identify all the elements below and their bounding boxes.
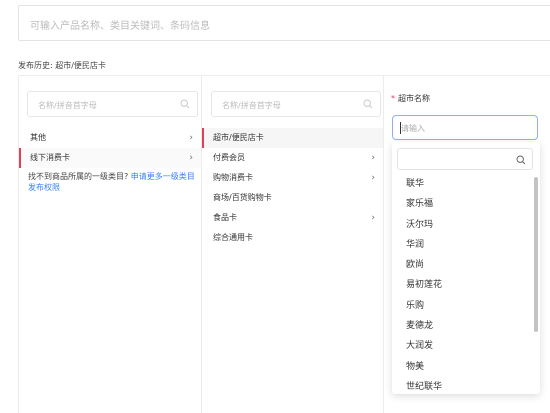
level2-category-item-label: 超市/便民店卡: [213, 133, 264, 142]
supermarket-dropdown: 联华 家乐福 沃尔玛 华润 欧尚 易初莲花 乐购 麦德龙 大润发 物美 世纪联华: [392, 142, 540, 394]
level2-category-item[interactable]: 食品卡 ›: [202, 208, 383, 228]
chevron-right-icon: ›: [371, 153, 375, 163]
dropdown-option[interactable]: 华润: [392, 235, 540, 255]
dropdown-option[interactable]: 物美: [392, 357, 540, 377]
chevron-right-icon: ›: [371, 213, 375, 223]
level1-category-item[interactable]: 其他 ›: [19, 128, 201, 148]
publish-history[interactable]: 发布历史: 超市/便民店卡: [18, 60, 106, 71]
category-selector: 名称/拼音首字母 其他 › 线下消费卡 › 找不到商品所属的一级类目? 申请更多一级类…: [18, 75, 550, 413]
level2-category-item-label: 付费会员: [213, 153, 245, 162]
dropdown-option[interactable]: 家乐福: [392, 194, 540, 214]
dropdown-option[interactable]: 世纪联华: [392, 377, 540, 394]
search-icon: [516, 155, 526, 165]
dropdown-option[interactable]: 麦德龙: [392, 316, 540, 336]
chevron-right-icon: ›: [189, 133, 193, 143]
chevron-right-icon: ›: [371, 173, 375, 183]
dropdown-option[interactable]: 大润发: [392, 336, 540, 356]
level2-category-item-label: 食品卡: [213, 213, 237, 222]
dropdown-option[interactable]: 沃尔玛: [392, 215, 540, 235]
chevron-right-icon: ›: [189, 153, 193, 163]
level1-category-item-label: 其他: [30, 133, 46, 142]
dropdown-option[interactable]: 欧尚: [392, 255, 540, 275]
required-mark: *: [391, 94, 395, 103]
note-text: 找不到商品所属的一级类目?: [28, 172, 131, 181]
level2-category-item-label: 购物消费卡: [213, 173, 253, 182]
level2-category-item[interactable]: 超市/便民店卡: [202, 128, 383, 148]
level1-search-input[interactable]: 名称/拼音首字母: [27, 91, 198, 117]
category-permission-note: 找不到商品所属的一级类目? 申请更多一级类目发布权限: [28, 171, 198, 193]
product-search-placeholder: 可输入产品名称、类目关键词、条码信息: [30, 21, 210, 32]
level1-category-item[interactable]: 线下消费卡 ›: [19, 148, 201, 168]
supermarket-name-select[interactable]: 请输入: [392, 115, 538, 140]
level1-search-placeholder: 名称/拼音首字母: [38, 101, 97, 110]
category-column-level1: 名称/拼音首字母 其他 › 线下消费卡 › 找不到商品所属的一级类目? 申请更多一级类…: [19, 76, 202, 413]
dropdown-option[interactable]: 乐购: [392, 296, 540, 316]
text-cursor: [400, 122, 401, 134]
level1-category-item-label: 线下消费卡: [30, 153, 70, 162]
supermarket-name-label: * 超市名称: [391, 93, 430, 104]
level2-category-item[interactable]: 付费会员 ›: [202, 148, 383, 168]
category-column-level2: 名称/拼音首字母 超市/便民店卡 付费会员 › 购物消费卡 › 商场/百货购物卡 食品卡 › 综…: [202, 76, 384, 413]
level2-category-item[interactable]: 购物消费卡 ›: [202, 168, 383, 188]
level2-category-item[interactable]: 综合通用卡: [202, 228, 383, 248]
level2-search-placeholder: 名称/拼音首字母: [222, 101, 281, 110]
dropdown-option[interactable]: 联华: [392, 174, 540, 194]
dropdown-search-input[interactable]: [397, 148, 533, 170]
level1-category-list: 其他 › 线下消费卡 ›: [19, 128, 201, 168]
supermarket-name-placeholder: 请输入: [401, 124, 425, 133]
level2-search-input[interactable]: 名称/拼音首字母: [211, 91, 381, 117]
search-icon: [363, 99, 373, 109]
level2-category-item-label: 商场/百货购物卡: [213, 193, 272, 202]
dropdown-options-list: 联华 家乐福 沃尔玛 华润 欧尚 易初莲花 乐购 麦德龙 大润发 物美 世纪联华: [392, 174, 540, 394]
dropdown-option[interactable]: 易初莲花: [392, 275, 540, 295]
search-icon: [180, 99, 190, 109]
category-attributes-column: * 超市名称 请输入 联华 家乐福 沃尔玛 华润 欧尚 易初莲花 乐购 麦德龙 大润发 物美 世纪联华: [384, 76, 550, 413]
level2-category-item[interactable]: 商场/百货购物卡: [202, 188, 383, 208]
level2-category-item-label: 综合通用卡: [213, 233, 253, 242]
supermarket-name-label-text: 超市名称: [398, 94, 430, 103]
product-search-input[interactable]: 可输入产品名称、类目关键词、条码信息: [18, 5, 550, 41]
level2-category-list: 超市/便民店卡 付费会员 › 购物消费卡 › 商场/百货购物卡 食品卡 › 综合通用卡: [202, 128, 383, 248]
dropdown-scrollbar[interactable]: [534, 177, 538, 332]
